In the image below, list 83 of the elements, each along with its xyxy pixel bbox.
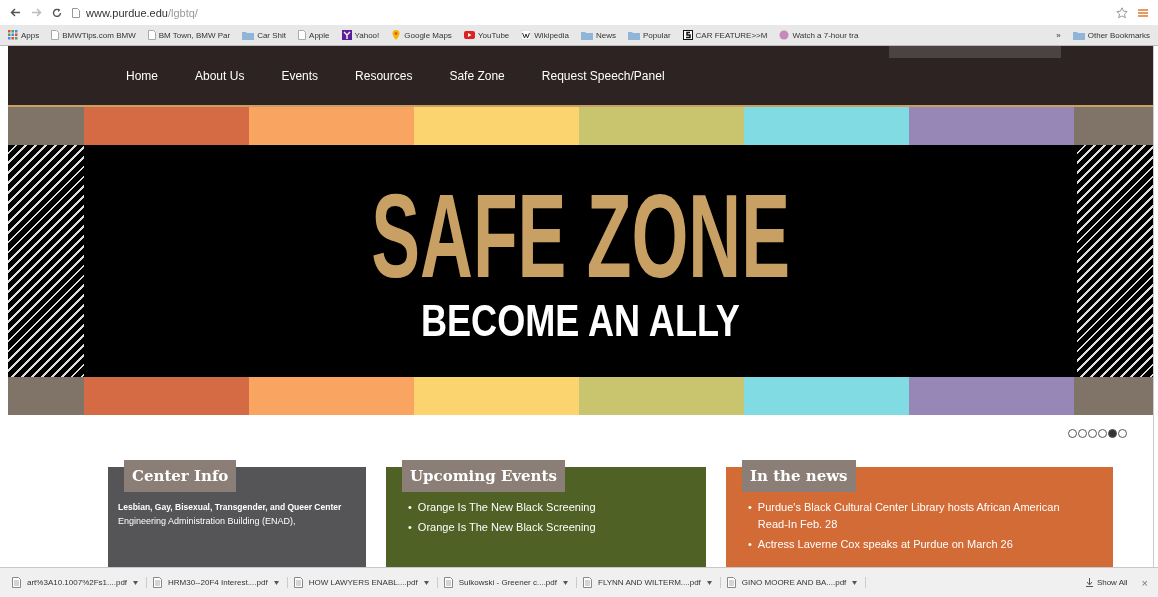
news-link[interactable]: Orange Is The New Black Screening — [417, 499, 596, 516]
yahoo-icon — [341, 30, 352, 40]
apps-icon — [8, 30, 18, 40]
caret-icon[interactable] — [133, 580, 139, 585]
page-icon — [72, 7, 80, 18]
page-icon — [147, 30, 156, 40]
folder-icon — [1072, 30, 1085, 40]
bookmark-link[interactable]: Yahoo! — [354, 30, 380, 40]
slide-dot[interactable] — [1078, 428, 1087, 438]
download-item[interactable]: HOW LAWYERS ENABL....pdf — [308, 578, 418, 587]
card-title: Upcoming Events — [402, 460, 565, 492]
nav-link[interactable]: Request Speech/Panel — [541, 68, 683, 83]
download-item[interactable]: HRM30--20F4 Interest....pdf — [168, 578, 268, 587]
slide-dot[interactable] — [1088, 428, 1097, 438]
back-icon[interactable] — [10, 8, 21, 17]
bookmark-link[interactable]: Apps — [21, 30, 40, 40]
file-icon — [12, 577, 21, 588]
address-field[interactable]: www.purdue.edu/lgbtq/ — [86, 6, 198, 19]
nav-link[interactable]: About Us — [195, 68, 263, 83]
page-icon — [51, 30, 60, 40]
slide-dot[interactable] — [1118, 428, 1127, 438]
nav-link[interactable]: Resources — [355, 68, 431, 83]
bookmark-link[interactable]: Apple — [309, 30, 330, 40]
bullet: • — [408, 500, 412, 515]
more-bookmarks-button[interactable]: » — [1056, 30, 1061, 40]
bookmark-link[interactable]: YouTube — [477, 30, 510, 40]
address-text: Engineering Administration Building (ENAD), — [118, 515, 297, 528]
caret-icon[interactable] — [706, 580, 712, 585]
circle-icon — [779, 30, 790, 40]
bookmark-link[interactable]: Popular — [643, 30, 671, 40]
bookmark-link[interactable]: Wikipedia — [534, 30, 569, 40]
bookmark-link[interactable]: Car Shit — [257, 30, 287, 40]
bullet: • — [408, 520, 412, 535]
download-item[interactable]: FLYNN AND WILTERM....pdf — [598, 578, 701, 587]
download-item[interactable]: art%3A10.1007%2Fs1....pdf — [27, 578, 128, 587]
folder-icon — [242, 30, 255, 40]
center-name: Lesbian, Gay, Bisexual, Transgender, and Queer Center — [118, 501, 343, 514]
file-icon — [443, 577, 453, 588]
news-link[interactable]: Purdue's Black Cultural Center Library hosts African American Read-In Feb. 28 — [757, 499, 1063, 533]
card-title: Center Info — [124, 460, 237, 492]
logo-icon — [682, 30, 693, 40]
page-icon — [298, 30, 307, 40]
folder-icon — [628, 30, 640, 40]
bookmark-link[interactable]: News — [596, 30, 616, 40]
map-pin-icon — [391, 30, 402, 40]
banner-title: SAFE ZONE — [371, 176, 790, 295]
file-icon — [293, 577, 303, 588]
folder-icon — [581, 30, 593, 40]
caret-icon[interactable] — [852, 580, 858, 585]
banner-subtitle: BECOME AN ALLY — [421, 296, 740, 346]
caret-icon[interactable] — [563, 580, 568, 585]
bookmark-link[interactable]: BM Town, BMW Par — [158, 30, 231, 40]
reload-icon[interactable] — [52, 7, 62, 18]
slide-dot[interactable] — [1108, 428, 1117, 438]
file-icon — [726, 577, 736, 588]
download-icon — [1085, 578, 1093, 587]
close-button[interactable]: × — [1139, 576, 1150, 589]
bookmark-link[interactable]: Google Maps — [404, 30, 452, 40]
bookmark-link[interactable]: BMWTips.com BMW — [62, 30, 136, 40]
bookmark-link[interactable]: CAR FEATURE>>M — [695, 30, 768, 40]
nav-link[interactable]: Events — [281, 68, 337, 83]
file-icon — [153, 577, 163, 588]
star-icon[interactable] — [1116, 6, 1128, 19]
news-link[interactable]: Actress Laverne Cox speaks at Purdue on March 26 — [757, 536, 1013, 553]
nav-link[interactable]: Home — [126, 68, 176, 83]
show-all-button[interactable]: Show All — [1079, 577, 1134, 588]
nav-link[interactable]: Safe Zone — [449, 68, 523, 83]
wikipedia-icon — [521, 30, 532, 40]
play-icon — [463, 31, 475, 39]
caret-icon[interactable] — [273, 580, 279, 585]
search-field[interactable] — [889, 46, 1061, 58]
news-link[interactable]: Orange Is The New Black Screening — [417, 519, 596, 536]
download-item[interactable]: Sulkowski - Greener c....pdf — [458, 578, 557, 587]
download-item[interactable]: GINO MOORE AND BA....pdf — [741, 578, 847, 587]
bullet: • — [748, 537, 752, 552]
bookmark-link[interactable]: Watch a 7-hour tra — [792, 30, 859, 40]
card-title: In the news — [742, 460, 856, 492]
bookmark-link[interactable]: Other Bookmarks — [1087, 30, 1150, 40]
slide-dot[interactable] — [1098, 428, 1107, 438]
caret-icon[interactable] — [423, 580, 429, 585]
slide-dot[interactable] — [1068, 428, 1077, 438]
bullet: • — [748, 500, 752, 515]
file-icon — [583, 577, 592, 588]
